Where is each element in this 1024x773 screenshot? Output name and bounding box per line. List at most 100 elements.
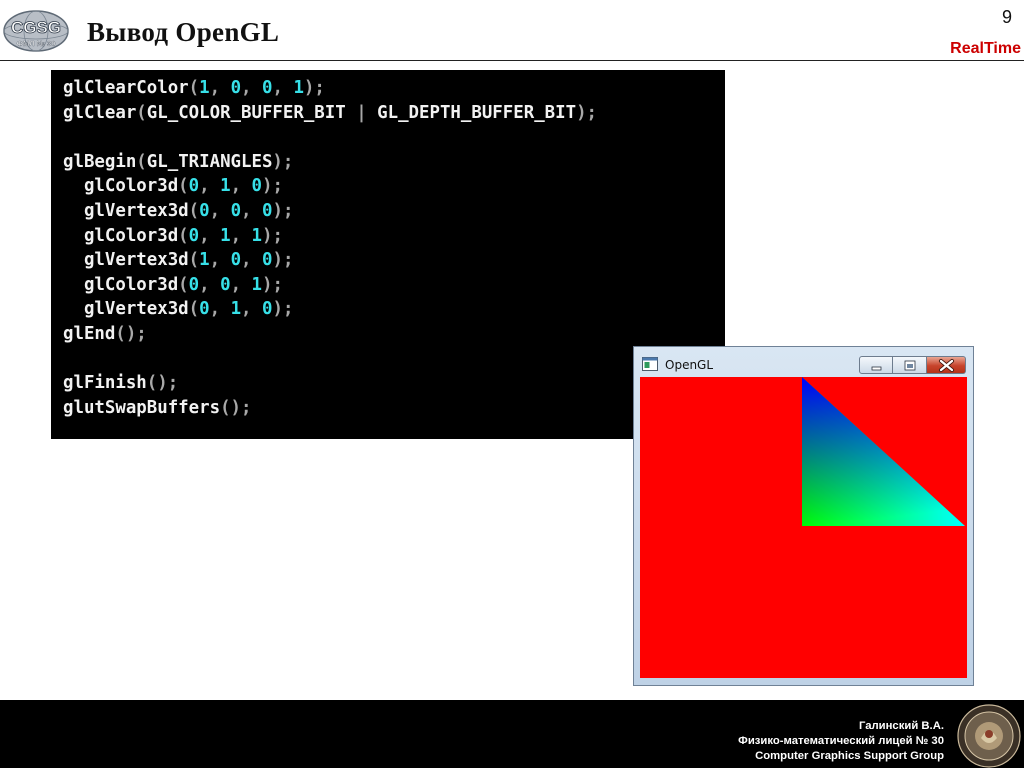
code-token-num: 0 [199, 200, 210, 221]
code-token-num: 1 [230, 299, 242, 320]
code-token-num: 1 [251, 274, 263, 295]
maximize-icon [904, 360, 916, 371]
code-token-fn: glColor3d [63, 225, 179, 246]
minimize-icon [871, 366, 882, 371]
code-line: glVertex3d(1, 0, 0); [63, 248, 725, 273]
code-token-punc: ); [576, 102, 598, 123]
code-token-num: 1 [251, 225, 263, 246]
code-token-num: 1 [293, 78, 304, 98]
code-token-punc: , [241, 78, 262, 98]
brand-label: RealTime [950, 40, 1021, 57]
code-token-fn: GL_DEPTH_BUFFER_BIT [377, 102, 577, 123]
code-token-fn: glVertex3d [63, 200, 189, 221]
code-token-punc: , [199, 225, 221, 246]
code-token-fn: GL_COLOR_BUFFER_BIT [146, 102, 346, 123]
code-token-num: 1 [220, 176, 231, 197]
code-line: glColor3d(0, 1, 0); [63, 174, 725, 199]
code-line: glClear(GL_COLOR_BUFFER_BIT | GL_DEPTH_B… [63, 101, 725, 126]
code-token-punc: | [345, 102, 378, 123]
code-line: glColor3d(0, 0, 1); [63, 273, 725, 298]
code-token-punc: ); [262, 176, 283, 197]
code-token-punc: ); [272, 250, 294, 271]
code-token-punc: (); [220, 397, 252, 418]
code-token-num: 0 [230, 78, 242, 98]
code-token-num: 0 [188, 176, 200, 197]
code-token-fn: glColor3d [63, 176, 179, 197]
code-token-num: 0 [188, 274, 200, 295]
rendered-triangle [802, 377, 965, 526]
code-line: glFinish(); [63, 371, 725, 396]
code-token-punc: , [230, 225, 252, 246]
code-line: glutSwapBuffers(); [63, 396, 725, 421]
code-token-num: 0 [251, 176, 263, 197]
footer-bar: Галинский В.А. Физико-математический лиц… [0, 700, 1024, 768]
code-line: glClearColor(1, 0, 0, 1); [63, 76, 725, 101]
triangle-blue-fill [802, 377, 965, 526]
code-token-punc: ( [136, 151, 147, 172]
minimize-button[interactable] [859, 356, 893, 374]
code-token-punc: , [209, 78, 231, 98]
code-token-punc: , [199, 274, 221, 295]
code-token-num: 0 [262, 299, 273, 320]
code-token-punc: ( [188, 250, 200, 271]
code-token-punc: , [199, 176, 221, 197]
code-token-punc: ( [178, 176, 189, 197]
close-button[interactable] [927, 356, 966, 374]
code-token-punc: ( [178, 274, 189, 295]
code-token-punc: ); [262, 225, 283, 246]
code-token-punc: , [230, 176, 252, 197]
code-token-punc: ( [188, 200, 200, 221]
code-token-punc: ( [136, 102, 147, 123]
code-line: glVertex3d(0, 1, 0); [63, 297, 725, 322]
code-token-num: 0 [188, 225, 200, 246]
code-line: glEnd(); [63, 322, 725, 347]
code-token-punc: , [209, 299, 231, 320]
code-token-fn: glClearColor [63, 78, 189, 98]
code-token-punc: (); [146, 373, 179, 394]
code-token-punc: ); [303, 78, 325, 98]
maximize-button[interactable] [893, 356, 927, 374]
code-token-punc: , [241, 250, 262, 271]
code-token-num: 0 [199, 299, 210, 320]
code-token-fn: glColor3d [63, 274, 179, 295]
code-token-punc: ( [178, 225, 189, 246]
code-token-punc: , [209, 250, 231, 271]
code-line: glBegin(GL_TRIANGLES); [63, 150, 725, 175]
code-token-punc: , [241, 299, 262, 320]
code-token-fn: GL_TRIANGLES [146, 151, 273, 172]
code-token-punc: ); [262, 274, 283, 295]
window-titlebar[interactable]: OpenGL [634, 347, 973, 378]
code-token-punc: ); [272, 200, 294, 221]
code-token-punc: , [209, 200, 231, 221]
window-title: OpenGL [665, 358, 714, 372]
logo-main-text: CGSG [11, 18, 61, 37]
code-token-fn: glEnd [63, 323, 116, 344]
code-token-num: 0 [230, 200, 242, 221]
school-seal-icon [955, 700, 1023, 768]
code-line: glVertex3d(0, 0, 0); [63, 199, 725, 224]
code-token-fn: glBegin [63, 151, 137, 172]
code-listing: glClearColor(1, 0, 0, 1); glClear(GL_COLO… [51, 70, 725, 439]
close-icon [939, 359, 954, 372]
code-token-fn: glVertex3d [63, 250, 189, 271]
code-token-num: 0 [262, 78, 273, 98]
code-token-num: 0 [230, 250, 242, 271]
code-token-punc: , [272, 78, 294, 98]
page-number: 9 [1001, 7, 1012, 27]
code-token-num: 0 [262, 200, 273, 221]
code-token-punc: ); [272, 299, 294, 320]
code-token-punc: ( [188, 78, 200, 98]
footer-author: Галинский В.А. [858, 720, 944, 732]
opengl-canvas[interactable] [640, 377, 967, 678]
code-line: glColor3d(0, 1, 1); [63, 224, 725, 249]
code-token-fn: glClear [63, 102, 137, 123]
opengl-window[interactable]: OpenGL [633, 346, 974, 686]
code-token-num: 1 [199, 250, 210, 271]
code-token-num: 0 [220, 274, 231, 295]
code-token-punc: (); [115, 323, 147, 344]
footer-school: Физико-математический лицей № 30 [738, 735, 944, 747]
cgsg-logo-icon: CGSG ФМЛ № 30 [3, 10, 69, 52]
code-token-num: 1 [199, 78, 210, 98]
